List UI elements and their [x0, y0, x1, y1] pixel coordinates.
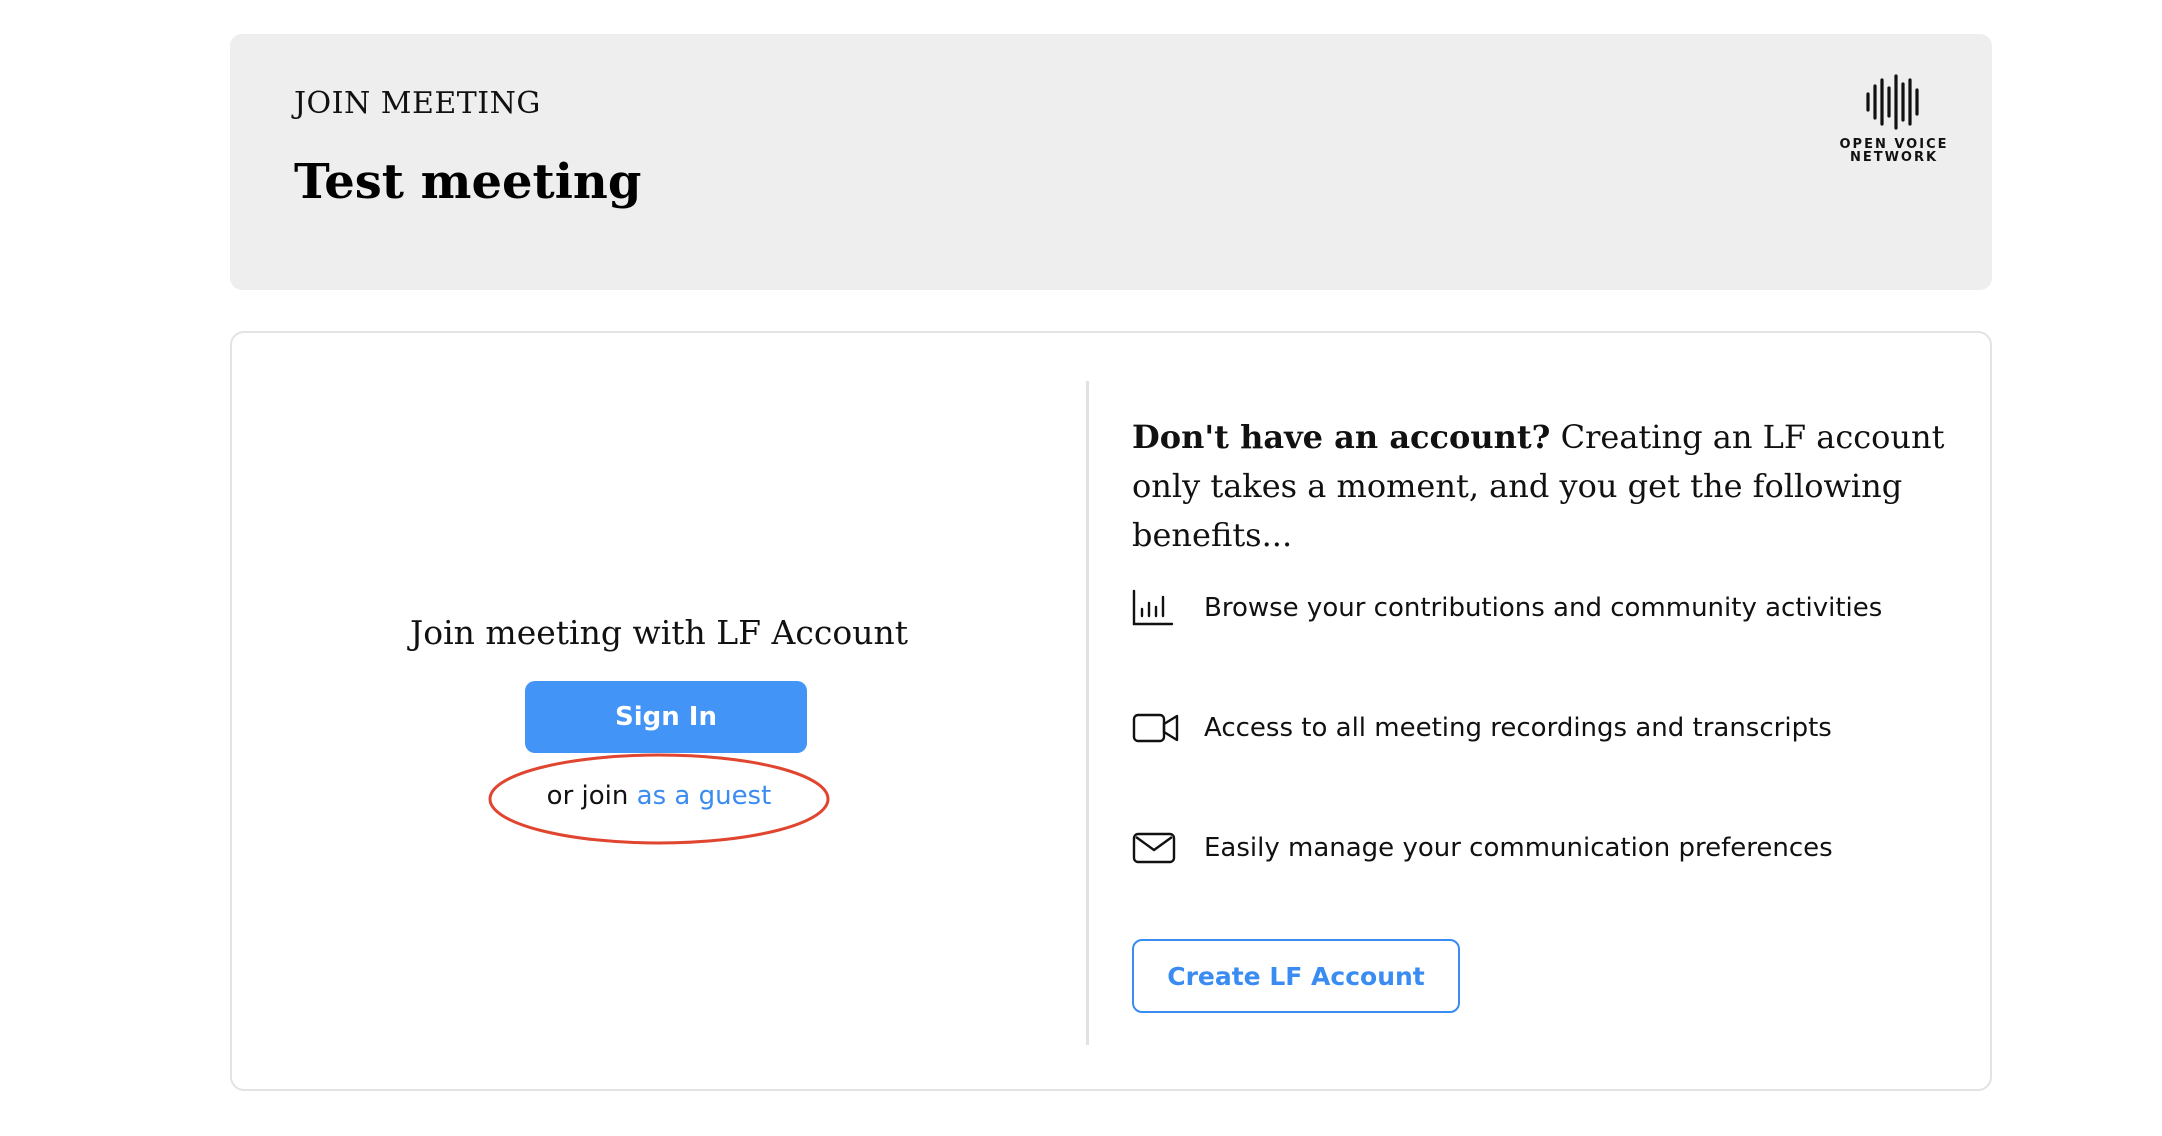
lf-account-panel: Join meeting with LF Account Sign In or …	[232, 333, 1086, 1089]
benefit-item-recordings: Access to all meeting recordings and tra…	[1132, 704, 1932, 752]
bar-chart-icon	[1132, 588, 1180, 628]
video-camera-icon	[1132, 708, 1180, 748]
benefit-item-contributions: Browse your contributions and community …	[1132, 584, 1932, 632]
soundwave-logo-icon	[1866, 74, 1919, 130]
guest-prefix-text: or join	[546, 781, 629, 811]
join-as-guest-link[interactable]: as a guest	[637, 781, 772, 811]
create-account-panel: Don't have an account? Creating an LF ac…	[1132, 333, 1972, 1089]
join-meeting-label: JOIN MEETING	[294, 86, 541, 121]
logo-text: OPEN VOICE NETWORK	[1834, 138, 1954, 164]
intro-bold-text: Don't have an account?	[1132, 418, 1551, 456]
meeting-title: Test meeting	[294, 154, 642, 210]
account-benefits-intro: Don't have an account? Creating an LF ac…	[1132, 413, 1952, 560]
benefit-label: Access to all meeting recordings and tra…	[1204, 713, 1832, 743]
create-lf-account-button[interactable]: Create LF Account	[1132, 939, 1460, 1013]
vertical-divider	[1086, 381, 1089, 1045]
sign-in-button[interactable]: Sign In	[525, 681, 807, 753]
benefit-label: Browse your contributions and community …	[1204, 593, 1883, 623]
benefit-label: Easily manage your communication prefere…	[1204, 833, 1833, 863]
meeting-header: JOIN MEETING Test meeting OPEN VOICE NET…	[230, 34, 1992, 290]
join-options-card: Join meeting with LF Account Sign In or …	[230, 331, 1992, 1091]
envelope-icon	[1132, 828, 1180, 868]
benefit-item-communication: Easily manage your communication prefere…	[1132, 824, 1932, 872]
join-with-lf-heading: Join meeting with LF Account	[410, 613, 908, 652]
open-voice-network-logo: OPEN VOICE NETWORK	[1834, 74, 1954, 164]
join-as-guest-row: or join as a guest	[232, 781, 1086, 811]
logo-text-line2: NETWORK	[1849, 150, 1939, 165]
